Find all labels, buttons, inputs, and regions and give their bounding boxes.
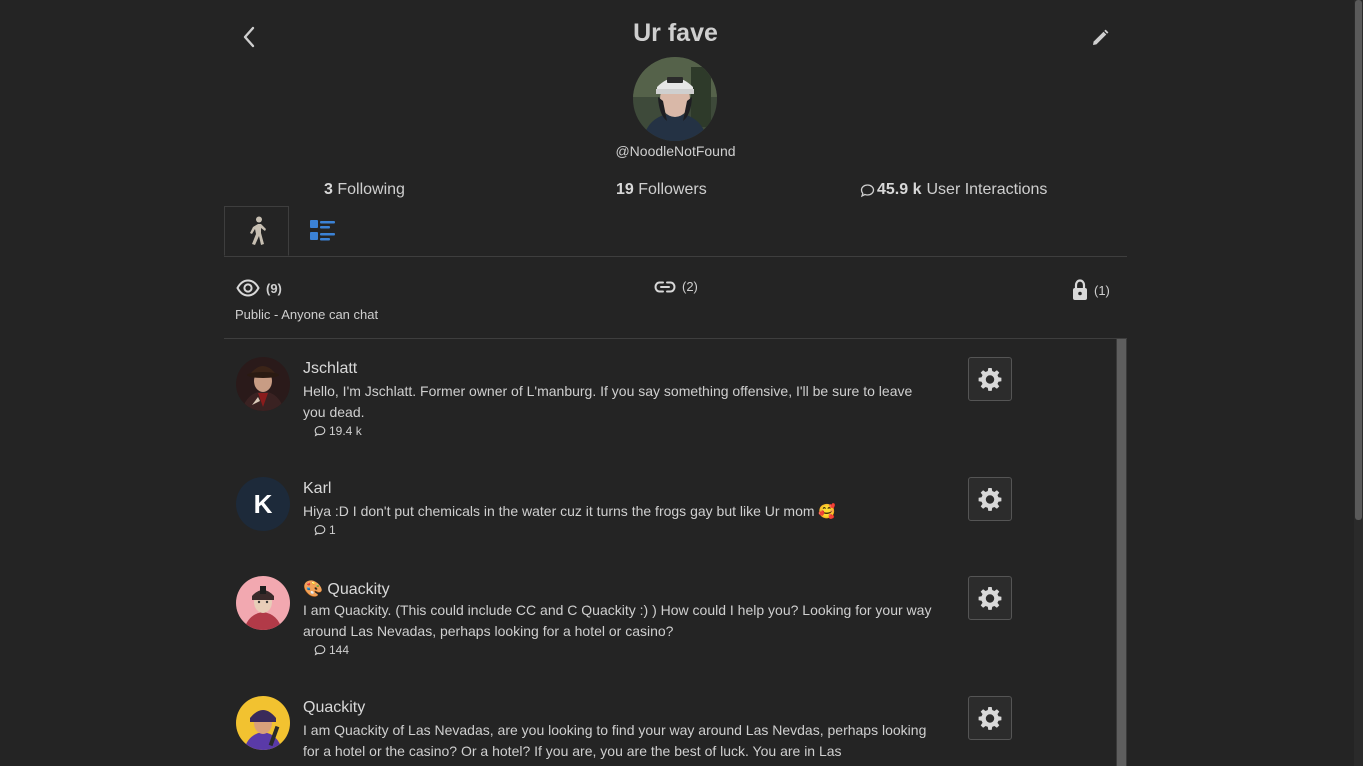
filter-public[interactable]: (9) (236, 279, 282, 297)
lock-icon (1073, 279, 1087, 300)
interaction-count-value: 19.4 k (329, 424, 362, 438)
character-list: Jschlatt Hello, I'm Jschlatt. Former own… (224, 339, 1127, 766)
avatar-letter: K (253, 488, 273, 519)
character-description: I am Quackity. (This could include CC an… (303, 602, 932, 639)
avatar-image (236, 696, 290, 750)
avatar (236, 696, 290, 750)
page-scrollbar-thumb[interactable] (1355, 0, 1362, 520)
interaction-count-value: 144 (329, 643, 350, 657)
visibility-label: Public - Anyone can chat (235, 307, 379, 322)
page-scrollbar[interactable] (1354, 0, 1363, 766)
gear-icon (978, 587, 1002, 610)
eye-icon (236, 279, 260, 297)
profile-avatar (633, 57, 717, 141)
user-handle: @NoodleNotFound (615, 143, 736, 159)
chat-bubble-icon (314, 645, 326, 656)
character-name: Karl (303, 480, 332, 497)
character-description: I am Quackity of Las Nevadas, are you lo… (303, 722, 927, 759)
avatar (236, 576, 290, 630)
gear-icon (978, 707, 1002, 730)
edit-button[interactable] (1086, 24, 1114, 52)
filter-link[interactable]: (2) (654, 279, 698, 294)
settings-button[interactable] (968, 576, 1012, 620)
settings-button[interactable] (968, 696, 1012, 740)
link-icon (654, 281, 676, 292)
interaction-count-value: 1 (329, 523, 336, 537)
avatar-image (236, 576, 290, 630)
character-name: 🎨 Quackity (303, 581, 390, 598)
visibility-filters: (9) (2) (1) Public - Anyone can chat (224, 256, 1127, 339)
avatar (236, 357, 290, 411)
page-title: Ur fave (633, 19, 718, 47)
interaction-count: 144 (314, 643, 349, 657)
settings-button[interactable] (968, 357, 1012, 401)
interactions-label: User Interactions (926, 181, 1048, 198)
tab-characters[interactable] (224, 206, 289, 256)
profile-tabs (224, 206, 1127, 257)
list-icon (309, 219, 335, 240)
character-description: Hello, I'm Jschlatt. Former owner of L'm… (303, 383, 913, 420)
profile-container: Ur fave @NoodleNotFound 3 Following 19 F… (224, 0, 1127, 766)
tab-list[interactable] (290, 206, 355, 255)
chat-bubble-icon (314, 426, 326, 437)
avatar: K (236, 477, 290, 531)
private-count: (1) (1094, 282, 1110, 298)
gear-icon (978, 488, 1002, 511)
character-name: Jschlatt (303, 360, 358, 377)
interaction-count: 19.4 k (314, 424, 362, 438)
followers-count: 19 (616, 181, 634, 198)
list-scrollbar[interactable] (1116, 339, 1127, 766)
followers-stat[interactable]: 19 Followers (616, 181, 707, 199)
followers-label: Followers (638, 181, 707, 198)
interactions-count: 45.9 k (877, 181, 922, 198)
filter-private[interactable]: (1) (1072, 279, 1110, 301)
chat-bubble-icon (860, 183, 875, 197)
pencil-icon (1093, 29, 1109, 45)
character-icon (249, 216, 266, 245)
settings-button[interactable] (968, 477, 1012, 521)
following-count: 3 (324, 181, 333, 198)
character-description: Hiya :D I don't put chemicals in the wat… (303, 503, 836, 519)
avatar-image (236, 357, 290, 411)
chat-bubble-icon (314, 525, 326, 536)
character-name: Quackity (303, 699, 366, 716)
interaction-count: 1 (314, 523, 336, 537)
public-count: (9) (266, 280, 282, 296)
interactions-stat: 45.9 k User Interactions (860, 181, 1047, 199)
following-label: Following (337, 181, 405, 198)
gear-icon (978, 368, 1002, 391)
list-scrollbar-thumb[interactable] (1117, 339, 1126, 766)
link-count: (2) (682, 279, 698, 294)
following-stat[interactable]: 3 Following (324, 181, 405, 199)
profile-avatar-image (633, 57, 717, 141)
